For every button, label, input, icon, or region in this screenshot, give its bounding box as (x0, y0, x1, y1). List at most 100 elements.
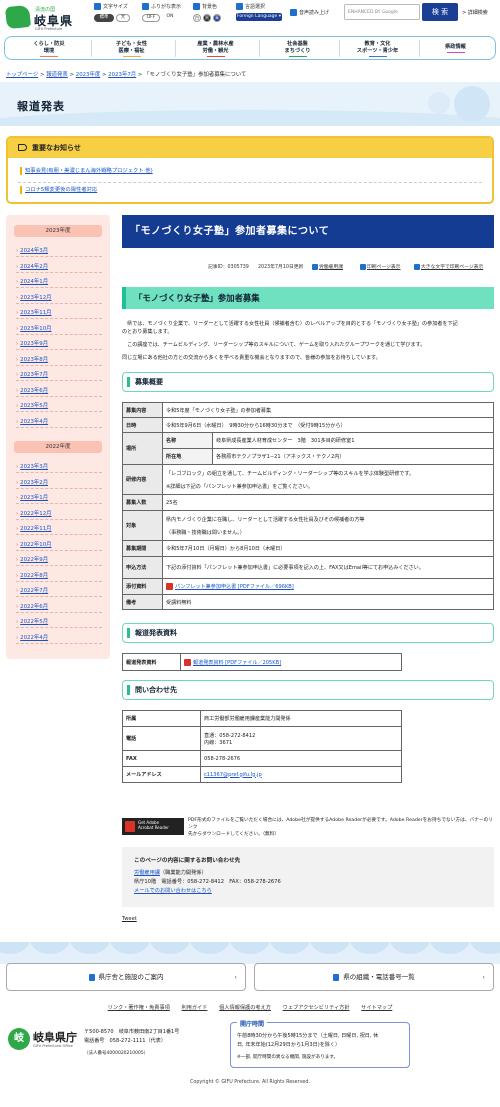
furigana-on-button[interactable]: ON (162, 14, 178, 22)
footer-logo-en: GIFU Prefectural Office (33, 1044, 73, 1048)
furigana-off-button[interactable]: OFF (142, 14, 160, 22)
article-heading: 「モノづくり女子塾」参加者募集 (122, 287, 494, 309)
sidebar-month-link[interactable]: › 2022年5月 (16, 616, 102, 628)
breadcrumb-link[interactable]: 2023年7月 (108, 72, 136, 78)
sidebar-month-link[interactable]: › 2023年12月 (16, 292, 102, 304)
notice-link[interactable]: 知事会見(有朋・美濃じまん海外戦略プロジェクト 他) (20, 167, 153, 175)
nav-item-education[interactable]: 教育・文化 スポーツ・青少年 (339, 40, 415, 57)
sidebar-month-link[interactable]: › 2024年3月 (16, 245, 102, 257)
sidebar-month-text[interactable]: 2023年5月 (20, 403, 48, 409)
sidebar-month-text[interactable]: 2023年4月 (20, 419, 48, 425)
sidebar-month-link[interactable]: › 2024年2月 (16, 261, 102, 273)
sidebar-month-link[interactable]: › 2024年1月 (16, 276, 102, 288)
footer-link[interactable]: リンク・著作権・免責事項 (108, 1005, 170, 1011)
sidebar-month-link[interactable]: › 2023年2月 (16, 477, 102, 489)
sidebar-month-link[interactable]: › 2023年6月 (16, 385, 102, 397)
sidebar-month-text[interactable]: 2023年11月 (20, 310, 51, 316)
sidebar-month-link[interactable]: › 2022年12月 (16, 508, 102, 520)
inquiry-mail-link[interactable]: メールでのお問い合わせはこちら (134, 887, 212, 894)
breadcrumb: トップページ > 報道発表 > 2023年度 > 2023年7月 > 「モノづく… (6, 70, 246, 78)
sidebar-month-text[interactable]: 2022年8月 (20, 573, 48, 579)
site-logo[interactable]: 清流の国 岐阜県 GIFU Prefecture (4, 4, 74, 31)
sidebar-month-link[interactable]: › 2023年9月 (16, 338, 102, 350)
department-link[interactable]: 労働雇用課 (312, 263, 343, 270)
sidebar-month-text[interactable]: 2023年7月 (20, 372, 48, 378)
font-size-large-button[interactable]: 大 (116, 14, 130, 22)
sidebar-month-text[interactable]: 2023年12月 (20, 295, 51, 301)
bg-white-button[interactable]: 白 (193, 14, 201, 22)
table-cell: 県内モノづくり企業に在職し、リーダーとして活躍する女性社員及びその候補者の方等 （… (162, 510, 494, 541)
bg-black-button[interactable]: 黒 (203, 14, 211, 22)
bg-blue-button[interactable]: 青 (213, 14, 221, 22)
sidebar-month-text[interactable]: 2024年1月 (20, 279, 48, 285)
breadcrumb-link[interactable]: 報道発表 (46, 72, 68, 78)
sidebar-month-link[interactable]: › 2022年10月 (16, 539, 102, 551)
search-input[interactable]: ENHANCED BY Google (344, 4, 420, 20)
sidebar-month-link[interactable]: › 2022年7月 (16, 585, 102, 597)
sidebar-month-text[interactable]: 2022年7月 (20, 588, 48, 594)
footer-link[interactable]: サイトマップ (361, 1005, 392, 1011)
pamphlet-pdf-link[interactable]: パンフレット兼参加申込書 [PDFファイル／696KB] (175, 584, 294, 590)
org-list-button[interactable]: 県の組織・電話番号一覧 › (254, 963, 494, 991)
table-cell: 令和5年7月10日（月曜日）から8月10日（木曜日） (162, 540, 494, 557)
sidebar-month-text[interactable]: 2023年9月 (20, 341, 48, 347)
sidebar-month-link[interactable]: › 2023年5月 (16, 400, 102, 412)
voice-readout-button[interactable]: 音声読み上げ (290, 9, 329, 16)
email-link[interactable]: c11367@pref.gifu.lg.jp (204, 772, 262, 778)
sidebar-month-link[interactable]: › 2023年1月 (16, 492, 102, 504)
sidebar-month-link[interactable]: › 2023年3月 (16, 461, 102, 473)
sidebar-month-text[interactable]: 2022年9月 (20, 557, 48, 563)
sidebar-month-link[interactable]: › 2023年10月 (16, 323, 102, 335)
nav-item-industry[interactable]: 産業・農林水産 労働・観光 (175, 40, 255, 57)
globe-icon (236, 3, 243, 10)
sidebar-month-link[interactable]: › 2022年8月 (16, 570, 102, 582)
sidebar-month-link[interactable]: › 2023年4月 (16, 416, 102, 428)
large-print-link[interactable]: 大きな文字で印刷ページ表示 (414, 263, 483, 270)
print-link[interactable]: 印刷ページ表示 (360, 263, 400, 270)
sidebar-month-link[interactable]: › 2023年11月 (16, 307, 102, 319)
sidebar-month-text[interactable]: 2023年10月 (20, 326, 51, 332)
font-size-standard-button[interactable]: 標準 (94, 14, 114, 22)
facility-guide-button[interactable]: 県庁舎と施設のご案内 › (6, 963, 246, 991)
breadcrumb-link[interactable]: 2023年度 (76, 72, 101, 78)
sidebar-month-link[interactable]: › 2023年8月 (16, 354, 102, 366)
language-select-button[interactable]: Foreign Language ▾ (236, 13, 282, 21)
footer-link[interactable]: 個人情報保護の考え方 (219, 1005, 271, 1011)
sidebar-month-link[interactable]: › 2023年7月 (16, 369, 102, 381)
nav-item-life[interactable]: くらし・防災 環境 (11, 40, 87, 57)
sidebar-month-text[interactable]: 2023年6月 (20, 388, 48, 394)
breadcrumb-link[interactable]: トップページ (6, 72, 38, 78)
sidebar-month-link[interactable]: › 2022年6月 (16, 601, 102, 613)
press-pdf-link[interactable]: 報道発表資料 [PDFファイル／205KB] (193, 660, 281, 666)
sidebar-month-text[interactable]: 2022年10月 (20, 542, 51, 548)
notice-link[interactable]: コロナ5類変更後の陽性者対応 (20, 186, 97, 194)
chevron-right-icon: › (16, 418, 19, 425)
furigana-text: ふりがな表示 (151, 4, 182, 10)
nav-item-prefgov[interactable]: 県政情報 (419, 40, 491, 57)
sidebar-month-text[interactable]: 2022年4月 (20, 635, 48, 641)
tweet-link[interactable]: Tweet (122, 915, 152, 923)
sidebar-month-text[interactable]: 2023年2月 (20, 480, 48, 486)
sidebar-month-text[interactable]: 2024年3月 (20, 248, 48, 254)
footer-link[interactable]: ウェブアクセシビリティ方針 (283, 1005, 350, 1011)
sidebar-month-text[interactable]: 2023年3月 (20, 464, 48, 470)
nav-item-children[interactable]: 子ども・女性 医療・福祉 (91, 40, 171, 57)
sidebar-month-text[interactable]: 2022年6月 (20, 604, 48, 610)
sidebar-month-text[interactable]: 2023年1月 (20, 495, 48, 501)
inquiry-dept-link[interactable]: 労働雇用課 (134, 870, 160, 876)
sidebar-month-text[interactable]: 2022年5月 (20, 619, 48, 625)
adobe-reader-banner[interactable]: Get Adobe Acrobat Reader (122, 818, 184, 835)
search-button[interactable]: 検 索 (422, 3, 458, 21)
footer-corporate-number: （法人番号4000020210005） (84, 1051, 149, 1056)
sidebar-month-text[interactable]: 2022年11月 (20, 526, 51, 532)
sidebar-month-link[interactable]: › 2022年9月 (16, 554, 102, 566)
nav-item-infrastructure[interactable]: 社会基盤 まちづくり (259, 40, 335, 57)
detail-search-link[interactable]: > 詳細検索 (462, 9, 488, 16)
sidebar-month-link[interactable]: › 2022年11月 (16, 523, 102, 535)
sidebar-archive: 2023年度 › 2024年3月 › 2024年2月 › 2024年1月 › 2023年… (6, 215, 110, 659)
sidebar-month-link[interactable]: › 2022年4月 (16, 632, 102, 644)
footer-link[interactable]: 利用ガイド (181, 1005, 207, 1011)
sidebar-month-text[interactable]: 2022年12月 (20, 511, 51, 517)
sidebar-month-text[interactable]: 2023年8月 (20, 357, 48, 363)
sidebar-month-text[interactable]: 2024年2月 (20, 264, 48, 270)
